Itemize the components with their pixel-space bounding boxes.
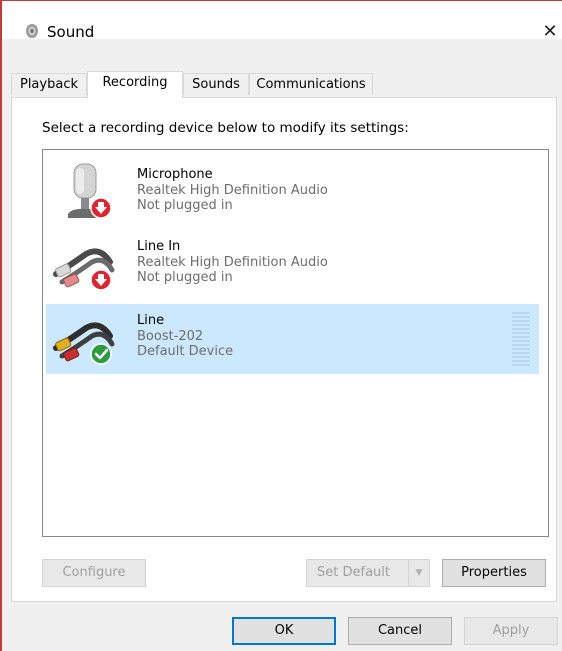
device-name: Microphone [137, 167, 213, 182]
tab-recording[interactable]: Recording [87, 71, 183, 98]
device-item-microphone[interactable]: Microphone Realtek High Definition Audio… [46, 158, 539, 228]
device-item-line-in[interactable]: Line In Realtek High Definition Audio No… [46, 230, 539, 300]
sound-dialog: Sound ✕ Playback Recording Sounds Commun… [0, 0, 562, 651]
rca-cable-icon [53, 322, 115, 365]
speaker-icon [26, 24, 38, 38]
instruction-text: Select a recording device below to modif… [42, 120, 409, 136]
device-text: Line Boost-202 Default Device [137, 313, 233, 360]
device-item-line[interactable]: Line Boost-202 Default Device [46, 304, 539, 374]
device-driver: Boost-202 [137, 328, 204, 344]
device-driver: Realtek High Definition Audio [137, 182, 328, 198]
cancel-button[interactable]: Cancel [348, 617, 452, 645]
device-status: Default Device [137, 344, 234, 359]
set-default-label: Set Default [317, 565, 390, 580]
device-status: Not plugged in [137, 270, 233, 285]
device-driver: Realtek High Definition Audio [137, 254, 328, 270]
device-name: Line In [137, 239, 181, 254]
apply-button[interactable]: Apply [464, 617, 558, 645]
tab-communications[interactable]: Communications [249, 73, 373, 95]
unplugged-badge [90, 197, 112, 219]
microphone-icon [68, 163, 112, 219]
ok-button[interactable]: OK [232, 617, 336, 645]
device-name: Line [137, 313, 165, 328]
properties-button[interactable]: Properties [442, 559, 546, 587]
device-text: Line In Realtek High Definition Audio No… [137, 239, 328, 286]
audio-level-meter [512, 312, 530, 366]
device-text: Microphone Realtek High Definition Audio… [137, 167, 328, 214]
configure-button[interactable]: Configure [42, 559, 146, 587]
close-button[interactable]: ✕ [538, 21, 562, 45]
set-default-button[interactable]: Set Default ▼ [306, 559, 430, 587]
rca-cable-icon [53, 248, 115, 291]
window-title: Sound [47, 23, 95, 41]
tab-bar: Playback Recording Sounds Communications [11, 71, 551, 98]
chevron-down-icon[interactable]: ▼ [408, 560, 429, 586]
device-status: Not plugged in [137, 198, 233, 213]
tab-sounds[interactable]: Sounds [183, 73, 249, 95]
recording-panel: Select a recording device below to modif… [11, 97, 557, 602]
tab-playback[interactable]: Playback [11, 73, 87, 95]
device-list[interactable]: Microphone Realtek High Definition Audio… [42, 149, 549, 537]
unplugged-badge [90, 269, 112, 291]
default-check-badge [90, 343, 112, 365]
title-bar: Sound ✕ [2, 1, 562, 42]
